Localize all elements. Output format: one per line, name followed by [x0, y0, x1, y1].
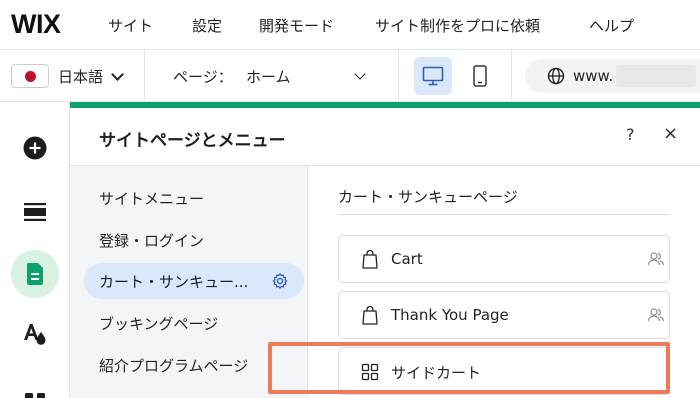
page-label: Thank You Page	[391, 306, 509, 324]
site-url-bar[interactable]: www.	[525, 59, 700, 93]
nav-item-label: カート・サンキュー...	[99, 273, 249, 291]
shopping-bag-icon	[362, 305, 378, 325]
nav-item-cart-thankyou[interactable]: カート・サンキュー...	[84, 263, 304, 299]
nav-item-referral[interactable]: 紹介プログラムページ	[99, 355, 248, 376]
menu-settings[interactable]: 設定	[192, 15, 222, 36]
panel-header: サイトページとメニュー ? ×	[70, 108, 700, 166]
sections-button[interactable]	[11, 188, 59, 236]
editor-toolbar: 日本語 ページ： ホーム www.	[0, 50, 700, 102]
divider	[398, 50, 399, 102]
menu-dev-mode[interactable]: 開発モード	[259, 15, 334, 36]
page-chevron-down-icon[interactable]	[354, 68, 366, 80]
plus-circle-icon	[23, 136, 47, 160]
apps-button[interactable]	[11, 368, 59, 398]
wix-logo[interactable]: WIX	[11, 9, 61, 40]
sections-icon	[24, 203, 46, 221]
left-tool-rail	[0, 102, 70, 398]
page-icon	[27, 263, 43, 285]
panel-title: サイトページとメニュー	[99, 131, 286, 151]
nav-item-site-menu[interactable]: サイトメニュー	[99, 188, 204, 209]
pages-menu-button[interactable]	[11, 250, 59, 298]
desktop-view-button[interactable]	[414, 57, 452, 95]
font-color-icon	[24, 324, 46, 345]
section-divider	[338, 214, 670, 215]
members-only-icon	[647, 308, 665, 322]
chevron-down-icon	[111, 67, 124, 81]
section-title: カート・サンキューページ	[338, 188, 518, 206]
help-button[interactable]: ?	[626, 125, 635, 144]
shopping-bag-icon	[362, 249, 378, 269]
gear-icon[interactable]	[271, 272, 289, 290]
nav-item-signup-login[interactable]: 登録・ログイン	[99, 230, 204, 251]
redacted-domain	[616, 65, 696, 87]
highlight-callout	[268, 342, 670, 394]
japan-flag-icon	[11, 64, 49, 88]
url-text: www.	[573, 67, 614, 85]
mobile-view-button[interactable]	[461, 57, 499, 95]
top-menu-bar: WIX サイト 設定 開発モード サイト制作をプロに依頼 ヘルプ	[0, 0, 700, 50]
globe-icon	[547, 67, 565, 85]
menu-help[interactable]: ヘルプ	[589, 15, 634, 36]
menu-hire-professional[interactable]: サイト制作をプロに依頼	[375, 15, 540, 36]
language-selector[interactable]: 日本語	[11, 64, 124, 88]
page-selector-label: ページ：	[173, 68, 233, 86]
divider	[144, 50, 145, 102]
design-button[interactable]	[11, 310, 59, 358]
members-only-icon	[647, 252, 665, 266]
page-label: Cart	[391, 250, 423, 268]
divider	[511, 50, 512, 102]
page-selector-value[interactable]: ホーム	[246, 66, 291, 87]
desktop-icon	[422, 66, 444, 86]
page-row-cart[interactable]: Cart	[338, 235, 670, 283]
apps-grid-icon	[25, 393, 45, 398]
add-elements-button[interactable]	[11, 124, 59, 172]
language-label: 日本語	[58, 67, 104, 86]
close-button[interactable]: ×	[663, 123, 678, 144]
menu-site[interactable]: サイト	[108, 15, 153, 36]
mobile-icon	[473, 65, 487, 87]
page-row-thank-you[interactable]: Thank You Page	[338, 291, 670, 339]
nav-item-booking[interactable]: ブッキングページ	[99, 313, 218, 334]
